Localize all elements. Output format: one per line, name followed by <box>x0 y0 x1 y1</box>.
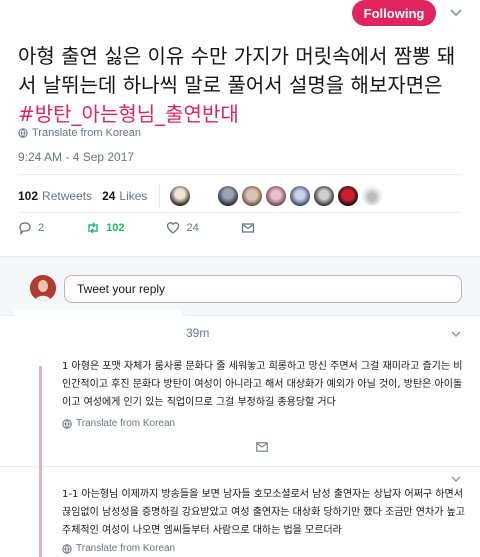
redacted-author <box>44 468 324 484</box>
chevron-down-icon[interactable] <box>449 6 463 20</box>
divider <box>18 212 462 213</box>
avatar[interactable] <box>314 186 335 206</box>
thread-line <box>39 366 42 456</box>
chevron-down-icon[interactable] <box>451 329 461 339</box>
retweet-button[interactable]: 102 <box>86 221 124 235</box>
avatar <box>30 275 56 301</box>
engagement-stats: 102 Retweets 24 Likes <box>18 184 383 208</box>
retweets-count: 102 <box>18 189 39 203</box>
avatar[interactable] <box>290 186 311 206</box>
liker-avatars <box>170 186 383 206</box>
mail-icon[interactable] <box>256 442 268 452</box>
like-count: 24 <box>186 222 199 234</box>
tweet-text-line-2: 서 날뛰는데 하나씩 말로 풀어서 설명을 해보자면은 <box>18 73 443 97</box>
direct-message-button[interactable] <box>241 221 255 235</box>
avatar[interactable] <box>218 186 239 206</box>
avatar[interactable] <box>242 186 263 206</box>
thread-line <box>39 456 42 557</box>
avatar[interactable] <box>362 186 383 206</box>
retweet-icon <box>88 222 98 234</box>
globe-icon <box>18 128 28 138</box>
following-button[interactable]: Following <box>352 0 436 26</box>
redacted-actions <box>62 434 220 464</box>
chevron-down-icon[interactable] <box>451 474 461 484</box>
heart-icon <box>167 222 180 234</box>
likes-stat[interactable]: 24 Likes <box>102 189 147 203</box>
like-button[interactable]: 24 <box>166 221 199 235</box>
reply-time[interactable]: 39m <box>186 326 209 340</box>
retweet-count: 102 <box>106 222 125 234</box>
redacted-author <box>14 310 182 362</box>
reply-count: 2 <box>38 222 45 234</box>
tweet-timestamp[interactable]: 9:24 AM - 4 Sep 2017 <box>18 150 134 164</box>
globe-icon <box>62 418 72 429</box>
globe-icon <box>62 543 72 554</box>
mail-icon <box>241 223 254 233</box>
translate-label: Translate from Korean <box>76 418 176 429</box>
reply-text: 1 아형은 포맷 자체가 룸사롱 문화다 줄 세워놓고 희롱하고 망신 주면서 … <box>62 361 463 408</box>
translate-link[interactable]: Translate from Korean <box>18 127 141 139</box>
avatar[interactable] <box>338 186 359 206</box>
avatar[interactable] <box>266 186 287 206</box>
tweet-actions: 2 102 24 <box>18 221 297 235</box>
reply-text: 1-1 아는형님 이제까지 방송들을 보면 남자들 호모소셜로서 남성 출연자는… <box>62 489 465 536</box>
retweets-label: Retweets <box>42 189 93 203</box>
translate-label: Translate from Korean <box>32 127 142 139</box>
avatar[interactable] <box>170 186 191 206</box>
reply-composer: Tweet your reply <box>0 256 480 316</box>
reply-icon <box>19 222 31 235</box>
avatar[interactable] <box>194 186 215 206</box>
hashtag-link[interactable]: #방탄_아는형님_출연반대 <box>18 100 468 129</box>
divider <box>18 174 462 175</box>
translate-label: Translate from Korean <box>76 543 176 554</box>
tweet-text-line-1: 아형 출연 싫은 이유 수만 가지가 머릿속에서 짬뽕 돼 <box>18 44 456 68</box>
divider <box>0 466 480 467</box>
user-photo-icon <box>30 275 56 301</box>
translate-link[interactable]: Translate from Korean <box>62 418 175 429</box>
tweet-text: 아형 출연 싫은 이유 수만 가지가 머릿속에서 짬뽕 돼 서 날뛰는데 하나씩… <box>18 42 468 129</box>
likes-count: 24 <box>102 189 116 203</box>
translate-link[interactable]: Translate from Korean <box>62 543 175 554</box>
reply-button[interactable]: 2 <box>18 221 44 235</box>
retweets-stat[interactable]: 102 Retweets <box>18 189 92 203</box>
reply-input[interactable]: Tweet your reply <box>64 275 462 303</box>
likes-label: Likes <box>119 189 148 203</box>
stats-separator <box>159 184 161 208</box>
